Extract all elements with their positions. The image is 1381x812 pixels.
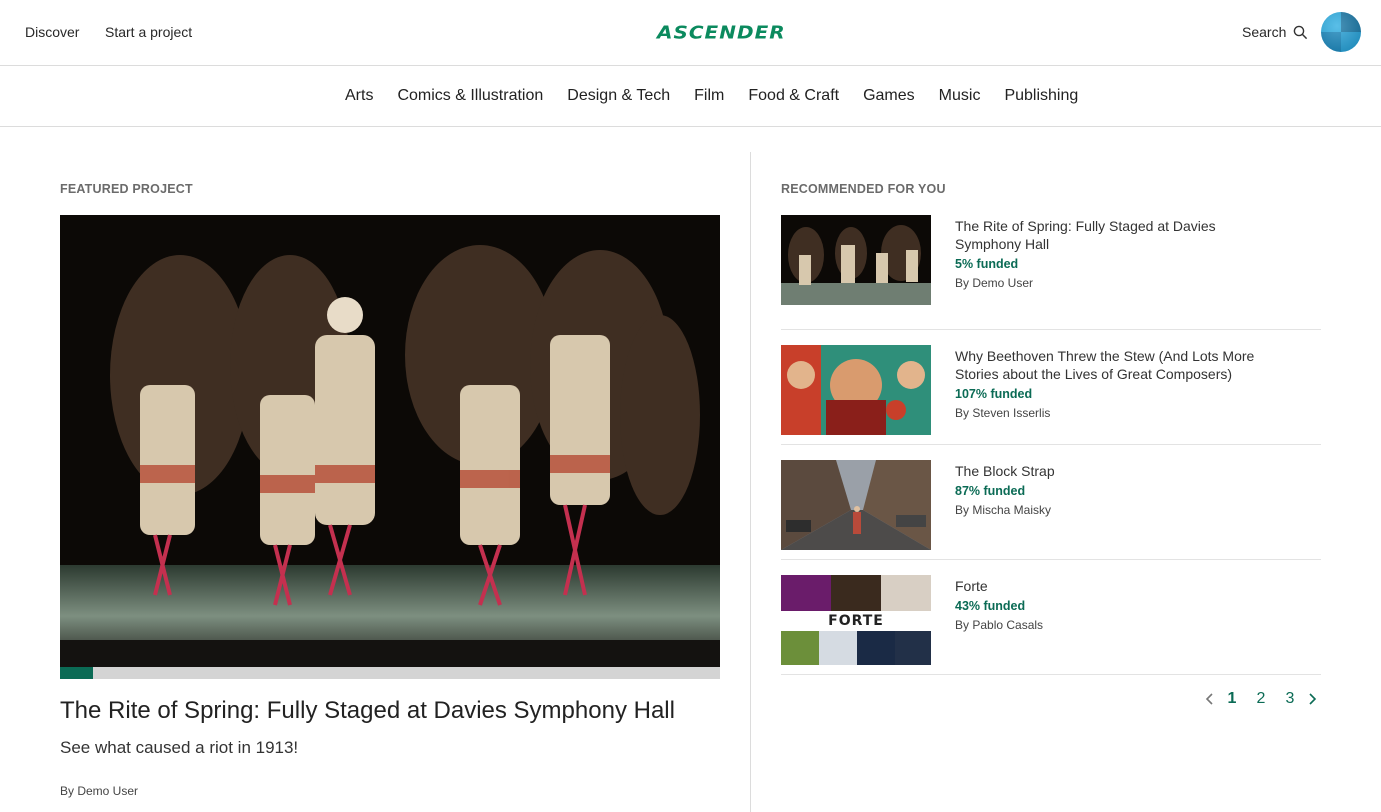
list-item[interactable]: The Block Strap 87% funded By Mischa Mai… [781,445,1321,560]
column-divider [750,152,751,812]
featured-section-title: FEATURED PROJECT [60,182,193,196]
logo[interactable]: ASCENDER [657,21,786,43]
page-2[interactable]: 2 [1247,690,1275,708]
category-arts[interactable]: Arts [345,87,373,105]
project-thumbnail[interactable]: FORTE [781,575,931,665]
featured-title[interactable]: The Rite of Spring: Fully Staged at Davi… [60,697,675,725]
project-title[interactable]: The Block Strap [955,462,1285,480]
chevron-left-icon[interactable] [1203,691,1217,707]
category-bar: Arts Comics & Illustration Design & Tech… [0,66,1381,127]
recommended-section-title: RECOMMENDED FOR YOU [781,182,946,196]
page-1[interactable]: 1 [1217,690,1247,708]
funding-progress-bar [60,667,720,679]
search-label: Search [1242,24,1287,40]
project-author[interactable]: By Pablo Casals [955,618,1043,632]
category-music[interactable]: Music [939,87,981,105]
list-item[interactable]: Why Beethoven Threw the Stew (And Lots M… [781,330,1321,445]
featured-author[interactable]: By Demo User [60,784,138,798]
featured-blurb: See what caused a riot in 1913! [60,738,299,757]
list-item[interactable]: FORTE Forte 43% funded By Pablo Casals [781,560,1321,675]
chevron-right-icon[interactable] [1305,691,1319,707]
project-thumbnail[interactable] [781,460,931,550]
project-funded: 107% funded [955,387,1033,401]
category-games[interactable]: Games [863,87,915,105]
project-thumbnail[interactable] [781,215,931,305]
project-title[interactable]: Why Beethoven Threw the Stew (And Lots M… [955,347,1285,383]
featured-image[interactable] [60,215,720,667]
project-author[interactable]: By Demo User [955,276,1033,290]
project-author[interactable]: By Steven Isserlis [955,406,1050,420]
project-funded: 43% funded [955,599,1026,613]
project-author[interactable]: By Mischa Maisky [955,503,1051,517]
project-thumbnail[interactable] [781,345,931,435]
funding-progress-fill [60,667,93,679]
category-comics[interactable]: Comics & Illustration [397,87,543,105]
category-film[interactable]: Film [694,87,724,105]
search-icon [1294,25,1308,39]
project-title[interactable]: The Rite of Spring: Fully Staged at Davi… [955,217,1285,253]
category-food-craft[interactable]: Food & Craft [748,87,839,105]
nav-discover[interactable]: Discover [25,24,79,40]
nav-start-project[interactable]: Start a project [105,24,192,40]
avatar[interactable] [1321,12,1361,52]
list-item[interactable]: The Rite of Spring: Fully Staged at Davi… [781,215,1321,330]
project-funded: 5% funded [955,257,1019,271]
category-design-tech[interactable]: Design & Tech [567,87,670,105]
category-publishing[interactable]: Publishing [1004,87,1078,105]
project-title[interactable]: Forte [955,577,1285,595]
search-button[interactable]: Search [1242,24,1308,40]
recommended-list: The Rite of Spring: Fully Staged at Davi… [781,215,1321,675]
page-3[interactable]: 3 [1275,690,1305,708]
project-funded: 87% funded [955,484,1026,498]
pagination: 1 2 3 [1203,690,1319,708]
thumbnail-text: FORTE [828,613,884,629]
top-bar: Discover Start a project ASCENDER Search [0,0,1381,66]
